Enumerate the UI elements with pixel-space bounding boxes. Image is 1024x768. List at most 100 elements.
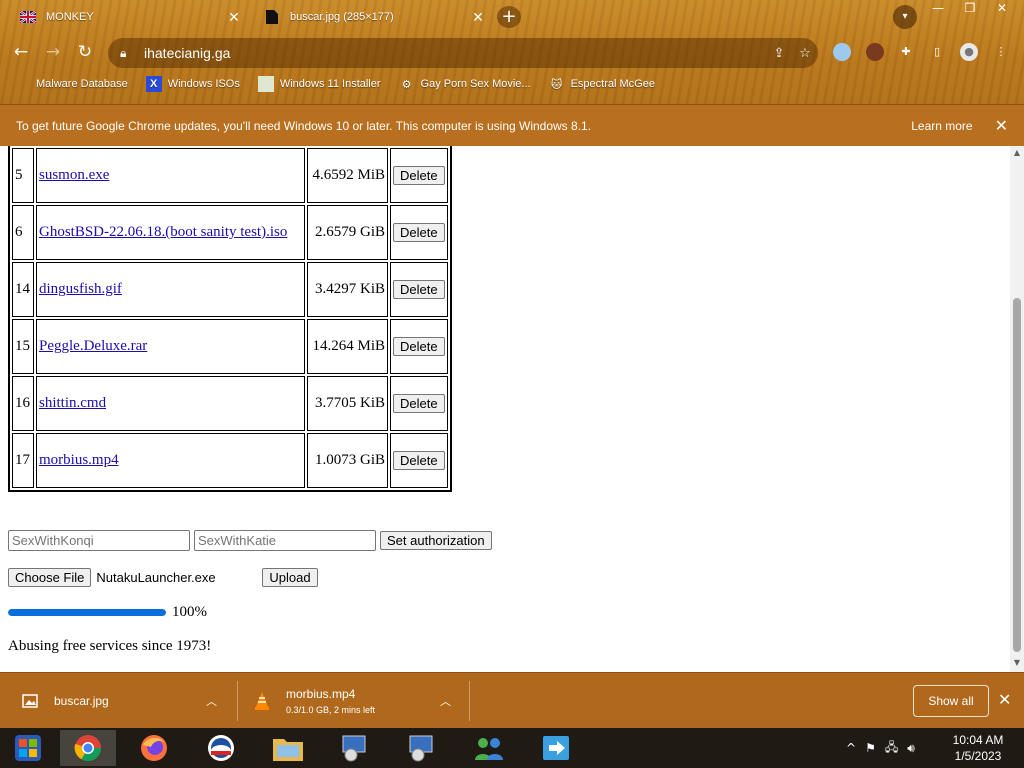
infobar-message: To get future Google Chrome updates, you…: [16, 119, 592, 133]
password-input[interactable]: SexWithKatie: [194, 530, 376, 551]
delete-button[interactable]: Delete: [393, 451, 445, 470]
table-row: 15 Peggle.Deluxe.rar 14.264 MiB Delete: [12, 319, 448, 374]
image-file-icon: [20, 691, 40, 711]
flag-icon[interactable]: ⚑: [865, 741, 876, 755]
tab-title: buscar.jpg (285×177): [290, 11, 394, 23]
chevron-up-icon[interactable]: ︿: [440, 693, 451, 709]
learn-more-link[interactable]: Learn more: [911, 119, 972, 133]
delete-button[interactable]: Delete: [393, 223, 445, 242]
file-id: 16: [12, 376, 34, 431]
file-link[interactable]: GhostBSD-22.06.18.(boot sanity test).iso: [39, 224, 287, 240]
tab-buscar[interactable]: buscar.jpg (285×177) ✕: [252, 4, 488, 30]
new-tab-button[interactable]: +: [497, 6, 521, 28]
show-all-button[interactable]: Show all: [913, 685, 989, 717]
reload-button[interactable]: ↻: [74, 42, 96, 64]
close-window-button[interactable]: ✕: [986, 0, 1018, 18]
shelf-close-icon[interactable]: ✕: [998, 690, 1011, 710]
network-icon[interactable]: 🖧︎: [885, 738, 898, 759]
download-item-buscar[interactable]: buscar.jpg ︿: [20, 673, 220, 729]
trans-flag-extension-icon[interactable]: [833, 43, 851, 61]
file-size: 2.6579 GiB: [307, 205, 388, 260]
delete-button[interactable]: Delete: [393, 337, 445, 356]
volume-icon[interactable]: 🔊︎: [907, 741, 915, 756]
scrollbar-thumb[interactable]: [1013, 298, 1021, 652]
file-size: 3.7705 KiB: [307, 376, 388, 431]
clock-time: 10:04 AM: [952, 733, 1004, 747]
choose-file-button[interactable]: Choose File: [8, 568, 92, 587]
forward-button[interactable]: →: [42, 42, 64, 64]
profile-extension-icon[interactable]: [866, 43, 884, 61]
bookmark-espectral-mcgee[interactable]: 🐱︎ Espectral McGee: [549, 76, 655, 92]
remote-desktop-taskbar-icon[interactable]: [528, 730, 584, 766]
divider: [237, 681, 238, 721]
chevron-up-icon[interactable]: ︿: [206, 693, 217, 709]
username-input[interactable]: SexWithKonqi: [8, 530, 190, 551]
start-button-icon[interactable]: [0, 730, 56, 766]
star-icon[interactable]: ☆: [792, 46, 818, 61]
page-viewport: 5 susmon.exe 4.6592 MiB Delete 6 GhostBS…: [0, 146, 1010, 672]
infobar-close-icon[interactable]: ✕: [995, 116, 1008, 136]
minimize-button[interactable]: —: [922, 0, 954, 18]
scroll-down-icon[interactable]: ▼: [1010, 658, 1024, 670]
file-link[interactable]: susmon.exe: [39, 167, 109, 183]
file-size: 1.0073 GiB: [307, 433, 388, 488]
progress-bar: [8, 609, 166, 616]
installer-taskbar-icon[interactable]: [327, 730, 383, 766]
installer-taskbar-icon-2[interactable]: [394, 730, 450, 766]
url-text[interactable]: ihatecianig.ga: [144, 45, 766, 61]
file-link[interactable]: dingusfish.gif: [39, 281, 122, 297]
network-users-taskbar-icon[interactable]: [461, 730, 517, 766]
profile-avatar-icon[interactable]: ●: [960, 43, 978, 61]
x-logo-icon: X: [145, 76, 162, 92]
bookmark-gay-porn-sex-movie[interactable]: ⚙ Gay Porn Sex Movie...: [399, 76, 531, 92]
browser-frame: MONKEY ✕ buscar.jpg (285×177) ✕ + ▾ — ❐ …: [0, 0, 1024, 147]
delete-button[interactable]: Delete: [393, 166, 445, 185]
download-status: 0.3/1.0 GB, 2 mins left: [286, 705, 376, 715]
file-link[interactable]: Peggle.Deluxe.rar: [39, 338, 147, 354]
progress-text: 100%: [172, 604, 207, 620]
bookmark-windows-isos[interactable]: X Windows ISOs: [145, 76, 240, 92]
address-bar[interactable]: 🔒︎ ihatecianig.ga ⇪ ☆: [108, 38, 818, 68]
bookmarks-bar: Malware Database X Windows ISOs Windows …: [0, 70, 1024, 98]
chrome-taskbar-icon[interactable]: [60, 730, 116, 766]
file-link[interactable]: shittin.cmd: [39, 395, 106, 411]
image-file-icon: [264, 10, 280, 24]
table-row: 14 dingusfish.gif 3.4297 KiB Delete: [12, 262, 448, 317]
obama-logo-taskbar-icon[interactable]: [193, 730, 249, 766]
tab-close-icon[interactable]: ✕: [224, 9, 244, 26]
tab-monkey[interactable]: MONKEY ✕: [8, 4, 244, 30]
download-shelf: buscar.jpg ︿ morbius.mp4 0.3/1.0 GB, 2 m…: [0, 672, 1024, 729]
page-scrollbar[interactable]: ▲ ▼: [1010, 146, 1024, 672]
restore-button[interactable]: ❐: [954, 0, 986, 18]
side-panel-icon[interactable]: ▯: [928, 43, 946, 61]
bookmark-label: Malware Database: [36, 78, 128, 90]
table-row: 17 morbius.mp4 1.0073 GiB Delete: [12, 433, 448, 488]
file-size: 3.4297 KiB: [307, 262, 388, 317]
bookmark-malware-database[interactable]: Malware Database: [14, 76, 128, 92]
back-button[interactable]: ←: [10, 42, 32, 64]
file-id: 5: [12, 148, 34, 203]
upload-form: Choose File NutakuLauncher.exe Upload: [8, 568, 318, 587]
tab-close-icon[interactable]: ✕: [468, 9, 488, 26]
download-item-morbius[interactable]: morbius.mp4 0.3/1.0 GB, 2 mins left ︿: [252, 673, 452, 729]
scroll-up-icon[interactable]: ▲: [1010, 148, 1024, 160]
taskbar-clock[interactable]: 10:04 AM 1/5/2023: [940, 732, 1016, 764]
firefox-taskbar-icon[interactable]: [126, 730, 182, 766]
delete-button[interactable]: Delete: [393, 394, 445, 413]
puzzle-icon[interactable]: ✚: [897, 43, 915, 61]
file-explorer-taskbar-icon[interactable]: [260, 730, 316, 766]
set-authorization-button[interactable]: Set authorization: [380, 531, 492, 550]
share-icon[interactable]: ⇪: [766, 46, 792, 61]
upload-button[interactable]: Upload: [262, 568, 318, 587]
image-icon: [257, 76, 274, 92]
bookmark-label: Windows ISOs: [167, 78, 240, 90]
bookmark-windows-11-installer[interactable]: Windows 11 Installer: [257, 76, 381, 92]
delete-button[interactable]: Delete: [393, 280, 445, 299]
kebab-menu-icon[interactable]: ⋮: [992, 43, 1010, 61]
progress-fill: [8, 609, 166, 616]
taskbar: ^ ⚑ 🖧︎ 🔊︎ 10:04 AM 1/5/2023: [0, 728, 1024, 768]
chevron-up-icon[interactable]: ^: [846, 741, 856, 755]
file-link[interactable]: morbius.mp4: [39, 452, 119, 468]
tab-search-button[interactable]: ▾: [893, 5, 917, 29]
lock-icon[interactable]: 🔒︎: [120, 46, 136, 61]
